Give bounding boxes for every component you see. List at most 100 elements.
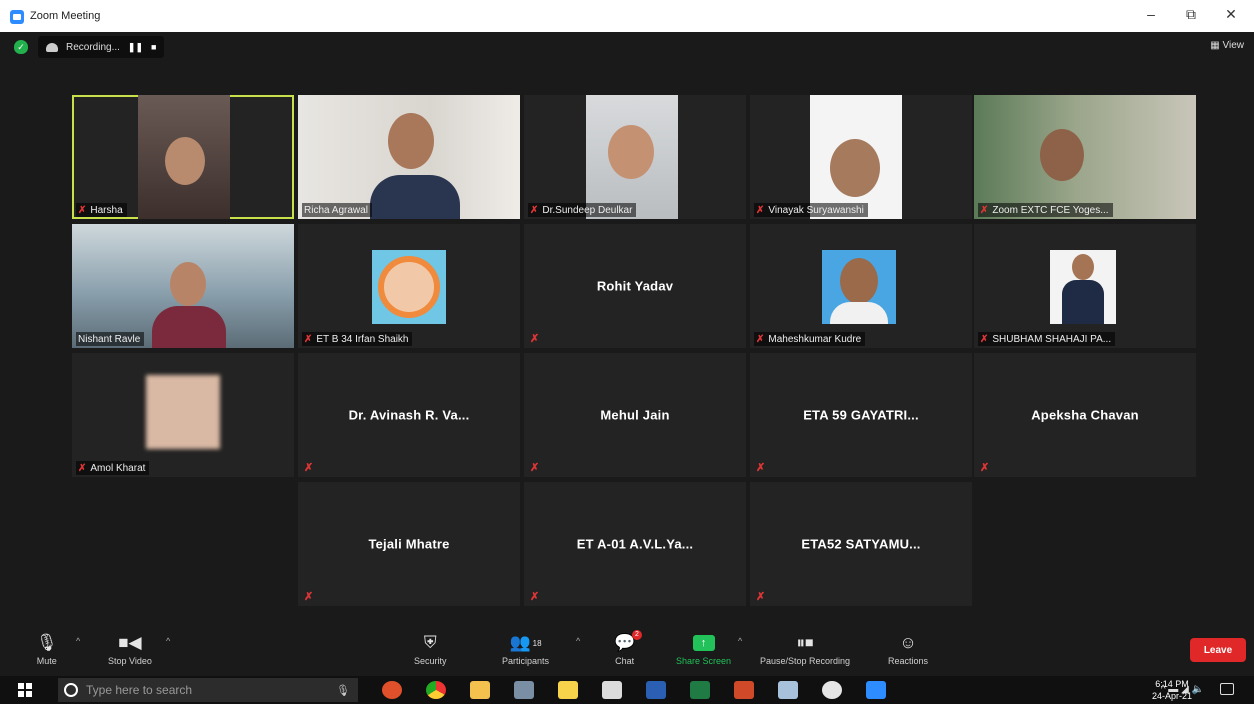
leave-button[interactable]: Leave <box>1190 638 1246 662</box>
participant-name-label: ✗ ET B 34 Irfan Shaikh <box>302 332 413 346</box>
muted-mic-icon: ✗ <box>304 591 314 603</box>
mute-label: Mute <box>36 656 57 666</box>
participant-face <box>830 139 880 197</box>
video-tile-mehul[interactable]: Mehul Jain ✗ <box>524 353 746 477</box>
video-tile-gayatri[interactable]: ETA 59 GAYATRI... ✗ <box>750 353 972 477</box>
video-tile-sundeep[interactable]: ✗ Dr.Sundeep Deulkar <box>524 95 746 219</box>
taskbar-search-box[interactable]: Type here to search 🎙 <box>58 678 358 702</box>
video-tile-rohit[interactable]: Rohit Yadav ✗ <box>524 224 746 348</box>
video-tile-apeksha[interactable]: Apeksha Chavan ✗ <box>974 353 1196 477</box>
action-center-icon[interactable] <box>1220 683 1234 695</box>
voice-search-icon[interactable]: 🎙 <box>336 684 350 697</box>
muted-mic-icon: ✗ <box>78 204 87 216</box>
participant-face <box>170 262 206 306</box>
taskbar-clock[interactable]: 6:14 PM 24-Apr-21 <box>1152 678 1192 702</box>
zoom-taskbar-icon[interactable] <box>866 681 886 699</box>
muted-mic-icon: ✗ <box>756 591 766 603</box>
video-tile-amol[interactable]: ✗ Amol Kharat <box>72 353 294 477</box>
video-tile-mahesh[interactable]: ✗ Maheshkumar Kudre <box>750 224 972 348</box>
pause-stop-recording-label: Pause/Stop Recording <box>760 656 851 666</box>
participant-name-display: Rohit Yadav <box>596 278 674 294</box>
reactions-button[interactable]: ☺ Reactions <box>888 630 928 666</box>
video-tile-avinash[interactable]: Dr. Avinash R. Va... ✗ <box>298 353 520 477</box>
muted-mic-icon: ✗ <box>756 462 766 474</box>
video-tile-tejali[interactable]: Tejali Mhatre ✗ <box>298 482 520 606</box>
video-tile-avly[interactable]: ET A-01 A.V.L.Ya... ✗ <box>524 482 746 606</box>
participant-name-display: ETA 59 GAYATRI... <box>803 407 919 423</box>
chrome-icon[interactable] <box>426 681 446 699</box>
pause-recording-button[interactable]: ❚❚ <box>128 42 143 53</box>
participant-name-display: Dr. Avinash R. Va... <box>348 407 470 423</box>
muted-mic-icon: ✗ <box>530 591 540 603</box>
pause-stop-recording-button[interactable]: ⏸⏹ Pause/Stop Recording <box>760 630 850 666</box>
avatar-icon <box>378 256 440 318</box>
photos-icon[interactable] <box>778 681 798 699</box>
participant-body <box>152 306 226 348</box>
muted-mic-icon: ✗ <box>530 462 540 474</box>
participant-name-label: ✗ Zoom EXTC FCE Yoges... <box>978 203 1113 217</box>
video-tile-nishant[interactable]: Nishant Ravle <box>72 224 294 348</box>
mute-button[interactable]: 🎙 Mute <box>36 630 58 666</box>
video-tile-richa[interactable]: Richa Agrawal <box>298 95 520 219</box>
participant-name-display: ET A-01 A.V.L.Ya... <box>576 536 694 552</box>
muted-mic-icon: ✗ <box>530 204 539 216</box>
muted-mic-icon: ✗ <box>530 333 540 345</box>
participants-button[interactable]: 👥 18 Participants <box>502 630 549 666</box>
audio-options-chevron-icon[interactable]: ^ <box>76 636 80 646</box>
share-screen-button[interactable]: ↑ Share Screen <box>676 630 731 666</box>
sticky-notes-icon[interactable] <box>558 681 578 699</box>
muted-mic-icon: ✗ <box>980 333 989 345</box>
stop-recording-button[interactable]: ■ <box>151 42 156 52</box>
maximize-button[interactable]: ⧉ <box>1176 6 1206 23</box>
participant-name-label: Richa Agrawal <box>302 203 372 217</box>
profile-picture <box>146 375 220 449</box>
app-icon[interactable] <box>822 681 842 699</box>
video-tile-vinayak[interactable]: ✗ Vinayak Suryawanshi <box>750 95 972 219</box>
video-tile-yogesh[interactable]: ✗ Zoom EXTC FCE Yoges... <box>974 95 1196 219</box>
share-screen-icon: ↑ <box>692 630 715 656</box>
paint-icon[interactable] <box>514 681 534 699</box>
participant-body <box>370 175 460 219</box>
minimize-button[interactable]: – <box>1136 6 1166 22</box>
calculator-icon[interactable] <box>602 681 622 699</box>
participant-name-display: Apeksha Chavan <box>1031 407 1139 423</box>
video-tile-irfan[interactable]: ✗ ET B 34 Irfan Shaikh <box>298 224 520 348</box>
excel-icon[interactable] <box>690 681 710 699</box>
participant-name-label: ✗ Amol Kharat <box>76 461 150 475</box>
video-camera-icon: ■◀ <box>118 633 142 652</box>
chat-label: Chat <box>615 656 635 666</box>
powerpoint-icon[interactable] <box>734 681 754 699</box>
meeting-toolbar: 🎙 Mute ^ ■◀ Stop Video ^ ⛨ Security 👥 18 … <box>0 626 1254 676</box>
chat-unread-badge: 2 <box>632 630 642 640</box>
video-feed <box>974 95 1196 219</box>
security-button[interactable]: ⛨ Security <box>414 630 447 666</box>
participants-icon: 👥 18 <box>509 633 542 652</box>
search-placeholder: Type here to search <box>86 683 193 697</box>
video-tile-shubham[interactable]: ✗ SHUBHAM SHAHAJI PA... <box>974 224 1196 348</box>
muted-mic-icon: ✗ <box>304 333 313 345</box>
encryption-shield-icon[interactable]: ✓ <box>14 40 28 54</box>
clock-date: 24-Apr-21 <box>1152 691 1193 701</box>
video-tile-harsha[interactable]: ✗ Harsha <box>72 95 294 219</box>
recording-label: Recording... <box>66 41 120 53</box>
muted-mic-icon: ✗ <box>78 462 87 474</box>
participant-name-label: ✗ Vinayak Suryawanshi <box>754 203 868 217</box>
participant-face <box>840 258 878 304</box>
video-options-chevron-icon[interactable]: ^ <box>166 636 170 646</box>
share-options-chevron-icon[interactable]: ^ <box>738 636 742 646</box>
view-button[interactable]: ▦ View <box>1210 40 1244 51</box>
security-label: Security <box>414 656 447 666</box>
microphone-icon: 🎙 <box>36 633 58 652</box>
firefox-icon[interactable] <box>382 681 402 699</box>
file-explorer-icon[interactable] <box>470 681 490 699</box>
word-icon[interactable] <box>646 681 666 699</box>
windows-start-icon[interactable] <box>18 683 32 697</box>
recording-bar: ✓ Recording... ❚❚ ■ <box>14 36 165 58</box>
muted-mic-icon: ✗ <box>980 204 989 216</box>
zoom-logo-icon <box>10 10 24 24</box>
participants-options-chevron-icon[interactable]: ^ <box>576 636 580 646</box>
close-button[interactable]: ✕ <box>1216 6 1246 23</box>
stop-video-button[interactable]: ■◀ Stop Video <box>108 630 152 666</box>
video-tile-satyamu[interactable]: ETA52 SATYAMU... ✗ <box>750 482 972 606</box>
participant-face <box>165 137 205 185</box>
